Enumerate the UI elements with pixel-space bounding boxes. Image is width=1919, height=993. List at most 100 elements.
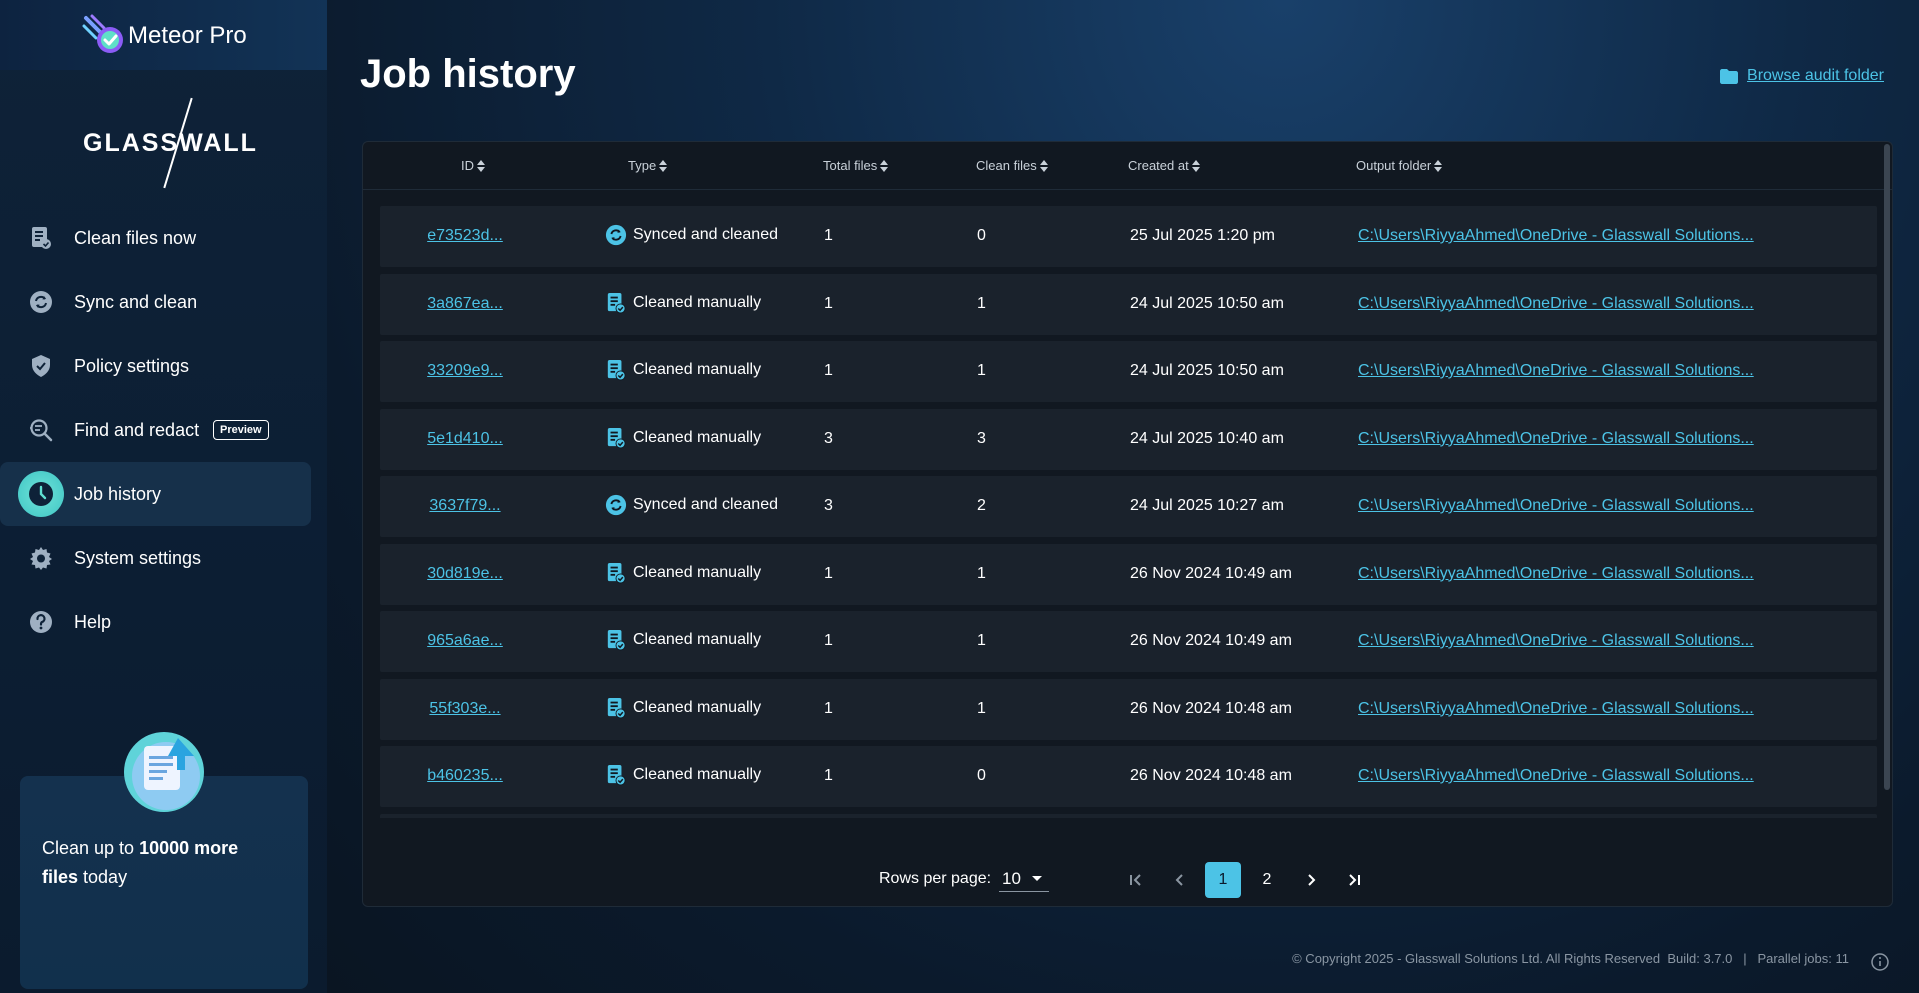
table-scrollbar[interactable] bbox=[1884, 144, 1890, 790]
column-label: Output folder bbox=[1356, 158, 1432, 173]
info-icon[interactable] bbox=[1871, 953, 1889, 971]
output-folder-link[interactable]: C:\Users\RiyyaAhmed\OneDrive - Glasswall… bbox=[1358, 565, 1754, 583]
output-folder-link[interactable]: C:\Users\RiyyaAhmed\OneDrive - Glasswall… bbox=[1358, 295, 1754, 313]
browse-audit-folder-link[interactable]: Browse audit folder bbox=[1719, 67, 1884, 85]
job-id-link[interactable]: 30d819e... bbox=[405, 565, 525, 583]
main-content: Job history Browse audit folder ID Type … bbox=[327, 0, 1919, 993]
table-body: e73523d... Synced and cleaned 1 0 25 Jul… bbox=[380, 206, 1877, 818]
sidebar-item-help[interactable]: Help bbox=[0, 590, 311, 654]
sort-icon bbox=[477, 159, 485, 172]
job-id-link[interactable]: 5e1d410... bbox=[405, 430, 525, 448]
folder-icon bbox=[1720, 68, 1739, 84]
output-folder-link[interactable]: C:\Users\RiyyaAhmed\OneDrive - Glasswall… bbox=[1358, 497, 1754, 515]
page-2-button[interactable]: 2 bbox=[1249, 862, 1285, 898]
output-folder-link[interactable]: C:\Users\RiyyaAhmed\OneDrive - Glasswall… bbox=[1358, 362, 1754, 380]
created-at-cell: 24 Jul 2025 10:50 am bbox=[1130, 362, 1284, 379]
parallel-jobs: Parallel jobs: 11 bbox=[1757, 951, 1849, 966]
table-row[interactable] bbox=[380, 813, 1877, 818]
total-files-cell: 3 bbox=[824, 497, 833, 514]
sync-icon bbox=[605, 223, 627, 247]
job-id-link[interactable]: 965a6ae... bbox=[405, 632, 525, 650]
job-type-cell: Cleaned manually bbox=[605, 291, 761, 315]
column-header-id[interactable]: ID bbox=[461, 158, 485, 173]
clean-files-icon bbox=[605, 561, 627, 585]
job-id-link[interactable]: 3a867ea... bbox=[405, 295, 525, 313]
table-row[interactable]: 5e1d410... Cleaned manually 3 3 24 Jul 2… bbox=[380, 408, 1877, 470]
output-folder-link[interactable]: C:\Users\RiyyaAhmed\OneDrive - Glasswall… bbox=[1358, 767, 1754, 785]
sidebar: Meteor Pro GLASSWALL Clean files now Syn… bbox=[0, 0, 327, 993]
gear-icon bbox=[28, 545, 54, 571]
column-header-created-at[interactable]: Created at bbox=[1128, 158, 1200, 173]
chevron-down-icon bbox=[1031, 875, 1042, 881]
vendor-logo-text: GLASSWALL bbox=[83, 129, 258, 157]
sidebar-item-sync-and-clean[interactable]: Sync and clean bbox=[0, 270, 311, 334]
sidebar-item-label: Job history bbox=[74, 483, 162, 504]
total-files-cell: 3 bbox=[824, 429, 833, 447]
table-row[interactable]: 3a867ea... Cleaned manually 1 1 24 Jul 2… bbox=[380, 273, 1877, 335]
job-id-link[interactable]: e73523d... bbox=[405, 227, 525, 245]
column-header-clean-files[interactable]: Clean files bbox=[976, 158, 1048, 173]
sort-icon bbox=[1039, 159, 1048, 172]
job-id-link[interactable]: 3637f79... bbox=[405, 497, 525, 515]
previous-page-button[interactable] bbox=[1162, 862, 1198, 898]
output-folder-link[interactable]: C:\Users\RiyyaAhmed\OneDrive - Glasswall… bbox=[1358, 430, 1754, 448]
clean-files-icon bbox=[605, 696, 627, 720]
table-row[interactable]: 55f303e... Cleaned manually 1 1 26 Nov 2… bbox=[380, 678, 1877, 740]
clean-files-icon bbox=[605, 628, 627, 652]
total-files-cell: 1 bbox=[824, 767, 833, 784]
column-header-output-folder[interactable]: Output folder bbox=[1356, 158, 1443, 173]
rows-per-page-select[interactable]: 10 bbox=[999, 866, 1049, 892]
column-header-type[interactable]: Type bbox=[628, 158, 668, 173]
output-folder-link[interactable]: C:\Users\RiyyaAhmed\OneDrive - Glasswall… bbox=[1358, 700, 1754, 718]
table-row[interactable]: 965a6ae... Cleaned manually 1 1 26 Nov 2… bbox=[380, 611, 1877, 672]
sort-icon bbox=[1434, 159, 1443, 172]
sidebar-item-clean-files-now[interactable]: Clean files now bbox=[0, 206, 311, 270]
column-label: ID bbox=[461, 158, 474, 173]
sidebar-item-find-and-redact[interactable]: Find and redact Preview bbox=[0, 398, 311, 462]
job-type-label: Cleaned manually bbox=[633, 563, 762, 581]
preview-badge: Preview bbox=[213, 420, 269, 440]
table-row[interactable]: 33209e9... Cleaned manually 1 1 24 Jul 2… bbox=[380, 341, 1877, 402]
clean-files-cell: 1 bbox=[977, 632, 986, 649]
table-row[interactable]: b460235... Cleaned manually 1 0 26 Nov 2… bbox=[380, 746, 1877, 807]
promo-count: 10000 more bbox=[139, 838, 239, 858]
table-row[interactable]: 3637f79... Synced and cleaned 3 2 24 Jul… bbox=[380, 476, 1877, 537]
column-label: Type bbox=[628, 158, 657, 173]
rows-per-page-value: 10 bbox=[1002, 868, 1021, 888]
output-folder-link[interactable]: C:\Users\RiyyaAhmed\OneDrive - Glasswall… bbox=[1358, 227, 1754, 245]
job-type-cell: Cleaned manually bbox=[605, 628, 761, 652]
job-type-label: Synced and cleaned bbox=[633, 496, 778, 513]
table-row[interactable]: e73523d... Synced and cleaned 1 0 25 Jul… bbox=[380, 206, 1877, 267]
clean-files-cell: 0 bbox=[977, 767, 986, 784]
page-1-button[interactable]: 1 bbox=[1205, 862, 1241, 898]
clean-files-cell: 0 bbox=[977, 227, 986, 244]
job-type-cell: Cleaned manually bbox=[605, 763, 761, 787]
column-label: Created at bbox=[1128, 158, 1189, 173]
sidebar-item-label: Sync and clean bbox=[74, 291, 198, 312]
job-type-cell: Synced and cleaned bbox=[605, 493, 778, 517]
column-header-total-files[interactable]: Total files bbox=[823, 158, 889, 173]
help-icon bbox=[28, 609, 54, 635]
promo-text: Clean up to 10000 more files today bbox=[42, 834, 282, 892]
sidebar-item-policy-settings[interactable]: Policy settings bbox=[0, 334, 311, 398]
rows-per-page-label: Rows per page: bbox=[879, 870, 992, 887]
created-at-cell: 26 Nov 2024 10:48 am bbox=[1130, 767, 1292, 784]
table-row[interactable]: 30d819e... Cleaned manually 1 1 26 Nov 2… bbox=[380, 543, 1877, 605]
sidebar-item-system-settings[interactable]: System settings bbox=[0, 526, 311, 590]
sidebar-item-job-history[interactable]: Job history bbox=[0, 462, 311, 526]
created-at-cell: 25 Jul 2025 1:20 pm bbox=[1130, 227, 1275, 244]
output-folder-link[interactable]: C:\Users\RiyyaAhmed\OneDrive - Glasswall… bbox=[1358, 632, 1754, 650]
job-id-link[interactable]: 55f303e... bbox=[405, 700, 525, 718]
job-history-table: ID Type Total files Clean files Created … bbox=[362, 141, 1893, 907]
job-id-link[interactable]: 33209e9... bbox=[405, 362, 525, 380]
promo-files: files bbox=[42, 867, 79, 887]
next-page-button[interactable] bbox=[1293, 862, 1329, 898]
column-label: Total files bbox=[823, 158, 878, 173]
first-page-button[interactable] bbox=[1118, 862, 1154, 898]
job-type-cell: Cleaned manually bbox=[605, 561, 761, 585]
last-page-button[interactable] bbox=[1336, 862, 1372, 898]
created-at-cell: 26 Nov 2024 10:48 am bbox=[1130, 699, 1292, 717]
sync-icon bbox=[605, 493, 627, 517]
job-id-link[interactable]: b460235... bbox=[405, 767, 525, 785]
last-page-icon bbox=[1349, 874, 1360, 886]
